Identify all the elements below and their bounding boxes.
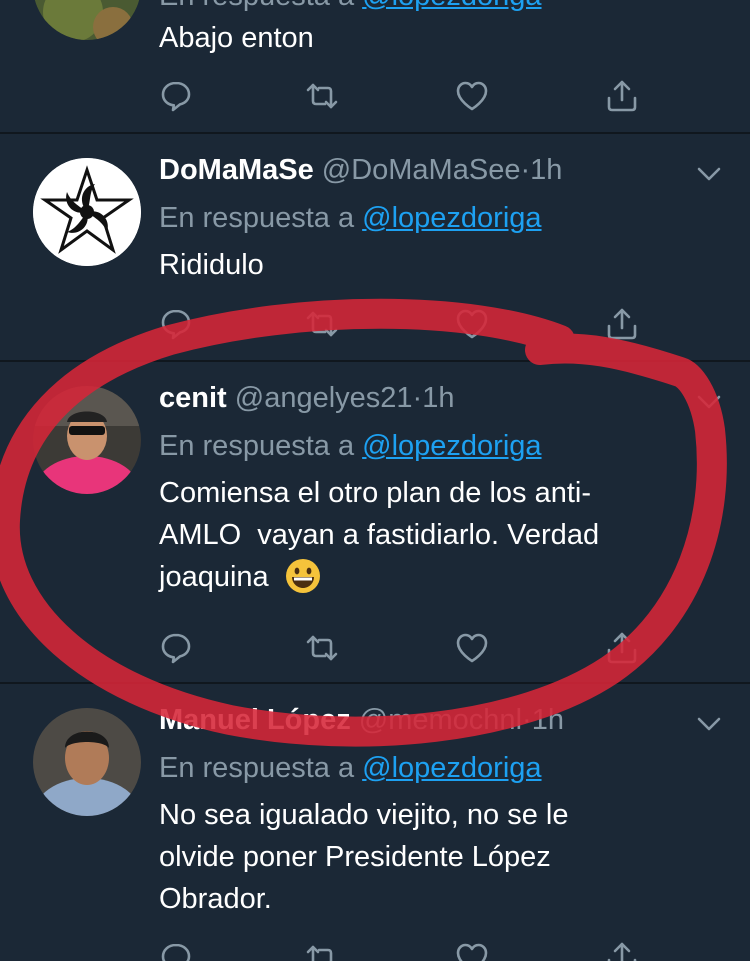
timestamp[interactable]: 1h [422,382,454,414]
tweet-text-line: AMLO vayan a fastidiarlo. Verdad [159,519,600,551]
tweet-text-line: olvide poner Presidente López [159,841,551,873]
reply-mention-link[interactable]: @lopezdoriga [362,202,541,234]
retweet-icon[interactable] [304,306,340,342]
separator-dot: · [412,382,423,414]
reply-icon[interactable] [158,630,194,666]
tweet-3[interactable]: cenit @angelyes21·1h En respuesta a @lop… [0,362,750,684]
heart-icon[interactable] [454,78,490,114]
timestamp[interactable]: 1h [530,154,562,186]
tweet-header: cenit @angelyes21·1h [159,380,454,416]
reply-icon[interactable] [158,306,194,342]
grinning-face-emoji-icon [285,558,321,594]
reply-context: En respuesta a @lopezdoriga [159,428,542,464]
heart-icon[interactable] [454,306,490,342]
share-icon[interactable] [604,630,640,666]
avatar[interactable] [33,158,141,266]
avatar[interactable] [33,386,141,494]
tweet-text: No sea igualado viejito, no se le olvide… [159,794,699,920]
retweet-icon[interactable] [304,78,340,114]
reply-prefix: En respuesta a [159,752,355,784]
chevron-down-icon[interactable] [694,392,724,412]
reply-context: En respuesta a @lopezdoriga [159,750,542,786]
tweet-actions [158,306,648,346]
tweet-text-line: No sea igualado viejito, no se le [159,799,569,831]
retweet-icon[interactable] [304,630,340,666]
tweet-text: Rididulo [159,249,264,281]
reply-context: En respuesta a @lopezdoriga [159,200,542,236]
reply-icon[interactable] [158,940,194,961]
reply-mention-link[interactable]: @lopezdoriga [362,0,541,12]
user-handle[interactable]: @memochnl [359,704,522,736]
tweet-actions [158,940,648,961]
tweet-2[interactable]: DoMaMaSe @DoMaMaSee·1h En respuesta a @l… [0,134,750,362]
retweet-icon[interactable] [304,940,340,961]
share-icon[interactable] [604,306,640,342]
reply-context: En respuesta a @lopezdoriga [159,0,542,14]
tweet-text-line: Comiensa el otro plan de los anti- [159,477,592,509]
avatar[interactable] [33,0,141,40]
tweet-text-line: joaquina [159,556,699,598]
tweet-text: Abajo enton [159,22,314,54]
tweet-actions [158,78,648,118]
tweet-header: Manuel López @memochnl·1h [159,702,564,738]
user-handle[interactable]: @DoMaMaSee [322,154,521,186]
display-name[interactable]: cenit [159,382,227,414]
reply-mention-link[interactable]: @lopezdoriga [362,752,541,784]
timestamp[interactable]: 1h [532,704,564,736]
tweet-text: Comiensa el otro plan de los anti- AMLO … [159,472,699,598]
display-name[interactable]: Manuel López [159,704,351,736]
chevron-down-icon[interactable] [694,164,724,184]
display-name[interactable]: DoMaMaSe [159,154,314,186]
share-icon[interactable] [604,78,640,114]
heart-icon[interactable] [454,940,490,961]
tweet-4[interactable]: Manuel López @memochnl·1h En respuesta a… [0,684,750,961]
share-icon[interactable] [604,940,640,961]
chevron-down-icon[interactable] [694,714,724,734]
separator-dot: · [522,704,532,736]
tweet-actions [158,630,648,670]
tweet-header: DoMaMaSe @DoMaMaSee·1h [159,152,562,188]
tweet-text-fragment: joaquina [159,561,269,593]
user-handle[interactable]: @angelyes21 [235,382,413,414]
reply-mention-link[interactable]: @lopezdoriga [362,430,541,462]
tweet-text-line: Obrador. [159,883,272,915]
separator-dot: · [520,154,531,186]
reply-icon[interactable] [158,78,194,114]
reply-prefix: En respuesta a [159,430,355,462]
tweet-1[interactable]: En respuesta a @lopezdoriga Abajo enton [0,0,750,134]
reply-prefix: En respuesta a [159,202,355,234]
heart-icon[interactable] [454,630,490,666]
reply-prefix: En respuesta a [159,0,354,12]
avatar[interactable] [33,708,141,816]
